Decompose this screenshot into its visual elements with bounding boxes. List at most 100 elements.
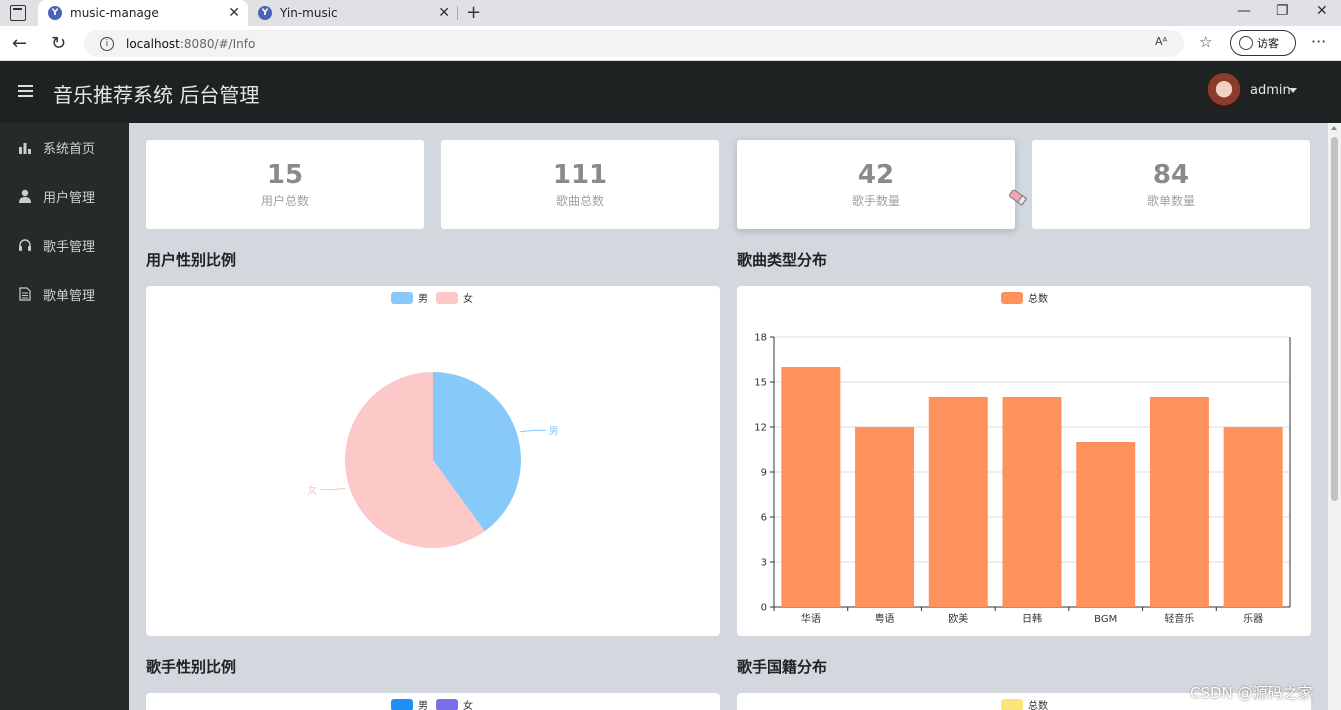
user-icon: [18, 189, 32, 203]
legend-label: 总数: [1028, 701, 1048, 710]
window-close-icon[interactable]: ✕: [1316, 3, 1328, 19]
section-title-singer-country: 歌手国籍分布: [737, 658, 828, 676]
sidebar-item-users[interactable]: 用户管理: [0, 181, 129, 211]
x-tick-label: BGM: [1094, 614, 1117, 625]
guest-label: 访客: [1257, 37, 1279, 50]
sidebar: 系统首页 用户管理 歌手管理 歌单管理: [0, 123, 129, 710]
sidebar-item-label: 系统首页: [43, 141, 96, 157]
headset-icon: [18, 238, 32, 252]
chevron-down-icon[interactable]: [1289, 88, 1297, 93]
stat-label: 歌曲总数: [555, 194, 604, 208]
eraser-cursor-icon: [1009, 189, 1028, 206]
y-tick-label: 6: [761, 513, 767, 524]
section-title-singer-gender: 歌手性别比例: [146, 658, 237, 676]
favorites-star-icon[interactable]: ☆: [1199, 33, 1212, 51]
legend-swatch: [436, 698, 458, 710]
y-tick-label: 12: [754, 423, 767, 434]
tab-title: music-manage: [70, 6, 159, 20]
back-arrow-icon[interactable]: ←: [12, 33, 27, 54]
site-favicon-icon: Y: [48, 6, 62, 20]
legend-swatch: [391, 698, 413, 710]
sidebar-item-singers[interactable]: 歌手管理: [0, 230, 129, 260]
new-tab-icon[interactable]: +: [466, 2, 481, 23]
sidebar-item-playlists[interactable]: 歌单管理: [0, 279, 129, 309]
stat-card-singers: 42 歌手数量: [737, 140, 1015, 229]
window-menu-icon[interactable]: [10, 5, 26, 21]
stat-value: 15: [266, 160, 304, 190]
app-title: 音乐推荐系统 后台管理: [53, 83, 260, 107]
main-content: 15 用户总数 111 歌曲总数 42 歌手数量 84 歌单数量 用户性别比例 …: [129, 123, 1328, 710]
legend-item[interactable]: 女: [436, 697, 473, 710]
scroll-up-arrow-icon[interactable]: [1331, 126, 1337, 130]
legend-swatch: [1001, 698, 1023, 710]
menu-toggle-icon[interactable]: [18, 85, 33, 97]
browser-tab-yin-music[interactable]: Y Yin-music ✕: [248, 0, 458, 26]
sidebar-item-label: 歌单管理: [43, 288, 96, 304]
site-info-icon[interactable]: i: [100, 36, 114, 51]
stat-card-playlists: 84 歌单数量: [1032, 140, 1310, 229]
url-host: localhost: [126, 36, 180, 51]
more-menu-icon[interactable]: ···: [1311, 32, 1326, 51]
url-path: :8080/#/Info: [179, 36, 256, 51]
bar[interactable]: [781, 367, 841, 607]
avatar[interactable]: [1206, 73, 1242, 109]
stat-label: 用户总数: [260, 194, 309, 208]
guest-profile-button[interactable]: 访客: [1230, 30, 1296, 56]
pie-label: 男: [549, 425, 559, 437]
pie-label-line: [320, 487, 346, 491]
profile-icon: [1239, 36, 1253, 50]
y-tick-label: 3: [761, 558, 767, 569]
sidebar-item-dashboard[interactable]: 系统首页: [0, 132, 129, 162]
stat-card-songs: 111 歌曲总数: [441, 140, 719, 229]
bar[interactable]: [1149, 397, 1209, 607]
bar[interactable]: [1076, 442, 1136, 607]
x-tick-label: 华语: [801, 612, 821, 625]
pie-label: 女: [307, 484, 317, 497]
browser-tab-music-manage[interactable]: Y music-manage ✕: [38, 0, 248, 26]
site-favicon-icon: Y: [258, 6, 272, 20]
chart-legend[interactable]: 总数: [1001, 697, 1056, 710]
bar-chart-icon: [18, 140, 32, 154]
legend-item[interactable]: 总数: [1001, 697, 1048, 710]
chart-legend[interactable]: 男 女: [391, 697, 481, 710]
page-scrollbar[interactable]: [1328, 123, 1341, 710]
bar[interactable]: [928, 397, 988, 607]
reload-icon[interactable]: ↻: [51, 33, 66, 54]
chart-panel-song-type: 总数 0 3 6 9 12 15 18 华语 粤语 欧美 日韩 BGM 轻音乐 乐器: [737, 286, 1311, 636]
tab-close-icon[interactable]: ✕: [228, 5, 240, 21]
stat-label: 歌单数量: [1146, 194, 1195, 208]
bar[interactable]: [855, 427, 915, 607]
x-tick-label: 欧美: [948, 612, 968, 625]
user-name[interactable]: admin: [1250, 83, 1291, 98]
stat-value: 42: [857, 160, 895, 190]
minimize-icon[interactable]: —: [1237, 3, 1251, 19]
sidebar-item-label: 用户管理: [43, 190, 96, 206]
y-tick-label: 15: [754, 378, 767, 389]
address-bar[interactable]: i localhost:8080/#/Info: [84, 30, 1184, 57]
restore-icon[interactable]: ❐: [1276, 3, 1289, 19]
app-header: 音乐推荐系统 后台管理 admin: [0, 61, 1341, 123]
x-tick-label: 乐器: [1243, 613, 1263, 625]
y-tick-label: 9: [761, 468, 767, 479]
section-title-user-gender: 用户性别比例: [146, 251, 237, 269]
watermark: CSDN @源码之家: [1190, 684, 1313, 702]
tab-title: Yin-music: [280, 6, 338, 20]
chart-panel-user-gender: 男 女 男女: [146, 286, 720, 636]
scrollbar-thumb[interactable]: [1331, 137, 1338, 501]
tab-divider: [457, 6, 458, 20]
legend-label: 男: [418, 701, 428, 710]
sidebar-item-label: 歌手管理: [43, 239, 96, 255]
y-tick-label: 18: [754, 333, 767, 344]
x-tick-label: 日韩: [1022, 612, 1042, 625]
pie-chart: 男女: [307, 372, 559, 548]
tab-close-icon[interactable]: ✕: [438, 5, 450, 21]
x-tick-label: 粤语: [875, 612, 895, 625]
browser-tab-bar: Y music-manage ✕ Y Yin-music ✕ + — ❐ ✕: [0, 0, 1341, 26]
stat-label: 歌手数量: [851, 194, 900, 208]
bar-chart: 0 3 6 9 12 15 18 华语 粤语 欧美 日韩 BGM 轻音乐 乐器: [754, 333, 1291, 625]
bar[interactable]: [1223, 427, 1283, 607]
bar[interactable]: [1002, 397, 1062, 607]
legend-item[interactable]: 男: [391, 697, 428, 710]
read-aloud-icon[interactable]: Aᴬ: [1155, 35, 1167, 48]
browser-toolbar: ← ↻ i localhost:8080/#/Info Aᴬ ☆ 访客 ···: [0, 26, 1341, 61]
